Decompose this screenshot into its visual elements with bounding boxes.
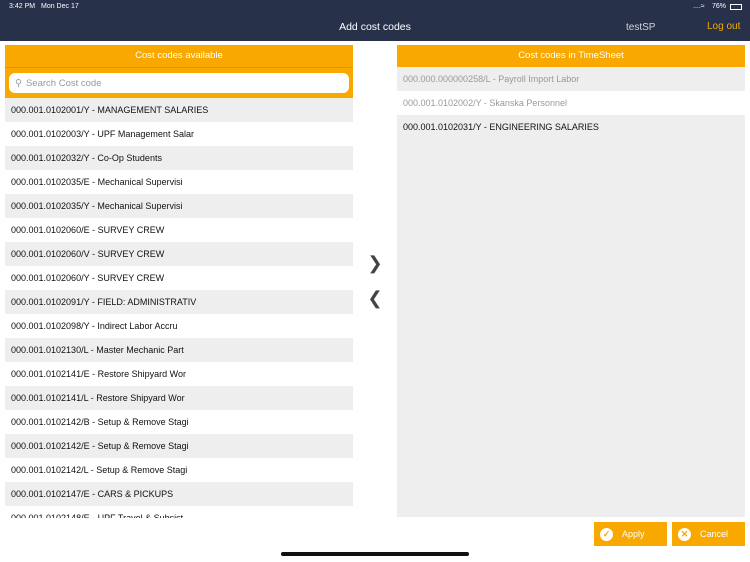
cost-code-row[interactable]: 000.001.0102060/Y - SURVEY CREW (5, 266, 353, 290)
cost-code-row[interactable]: 000.001.0102142/B - Setup & Remove Stagi (5, 410, 353, 434)
nav-bar: 3:42 PM Mon Dec 17 ....≈ 76% Add cost co… (0, 0, 750, 41)
cost-code-row[interactable]: 000.001.0102098/Y - Indirect Labor Accru (5, 314, 353, 338)
home-indicator[interactable] (281, 552, 469, 556)
search-icon: ⚲ (15, 77, 22, 89)
cost-code-row[interactable]: 000.001.0102091/Y - FIELD: ADMINISTRATIV (5, 290, 353, 314)
move-right-button[interactable]: ❯ (367, 253, 383, 274)
available-header: Cost codes available (5, 45, 353, 67)
status-time: 3:42 PM (9, 3, 36, 10)
wifi-icon: ....≈ (693, 3, 705, 10)
cost-code-row[interactable]: 000.001.0102141/E - Restore Shipyard Wor (5, 362, 353, 386)
check-icon: ✓ (600, 527, 613, 541)
cancel-button[interactable]: ✕ Cancel (672, 522, 745, 546)
cost-code-row[interactable]: 000.001.0102035/E - Mechanical Supervisi (5, 170, 353, 194)
timesheet-panel: Cost codes in TimeSheet 000.000.00000025… (397, 45, 745, 517)
search-placeholder: Search Cost code (25, 77, 102, 89)
timesheet-code-row[interactable]: 000.001.0102002/Y - Skanska Personnel (397, 91, 745, 115)
available-list[interactable]: 000.001.0102001/Y - MANAGEMENT SALARIES 0… (5, 98, 353, 518)
close-icon: ✕ (678, 527, 691, 541)
cost-code-row[interactable]: 000.001.0102035/Y - Mechanical Supervisi (5, 194, 353, 218)
cost-code-row[interactable]: 000.001.0102001/Y - MANAGEMENT SALARIES (5, 98, 353, 122)
cost-code-row[interactable]: 000.001.0102147/E - CARS & PICKUPS (5, 482, 353, 506)
available-panel: Cost codes available ⚲ Search Cost code … (5, 45, 353, 518)
cost-code-row[interactable]: 000.001.0102142/L - Setup & Remove Stagi (5, 458, 353, 482)
battery-level: 76% (712, 3, 727, 10)
timesheet-header: Cost codes in TimeSheet (397, 45, 745, 67)
apply-label: Apply (622, 529, 645, 539)
move-left-button[interactable]: ❮ (367, 288, 383, 309)
cost-code-row[interactable]: 000.001.0102003/Y - UPF Management Salar (5, 122, 353, 146)
logout-button[interactable]: Log out (707, 21, 740, 32)
username: testSP (626, 22, 656, 33)
timesheet-code-row[interactable]: 000.001.0102031/Y - ENGINEERING SALARIES (397, 115, 745, 139)
timesheet-code-row[interactable]: 000.000.000000258/L - Payroll Import Lab… (397, 67, 745, 91)
cost-code-row[interactable]: 000.001.0102142/E - Setup & Remove Stagi (5, 434, 353, 458)
timesheet-list[interactable]: 000.000.000000258/L - Payroll Import Lab… (397, 67, 745, 517)
battery-icon (730, 4, 742, 10)
cancel-label: Cancel (700, 529, 729, 539)
search-bar: ⚲ Search Cost code (5, 67, 353, 98)
apply-button[interactable]: ✓ Apply (594, 522, 667, 546)
cost-code-row[interactable]: 000.001.0102141/L - Restore Shipyard Wor (5, 386, 353, 410)
status-date: Mon Dec 17 (41, 3, 79, 10)
search-input[interactable]: ⚲ Search Cost code (9, 73, 349, 93)
cost-code-row[interactable]: 000.001.0102148/E - UPF Travel & Subsist (5, 506, 353, 518)
cost-code-row[interactable]: 000.001.0102032/Y - Co-Op Students (5, 146, 353, 170)
cost-code-row[interactable]: 000.001.0102060/V - SURVEY CREW (5, 242, 353, 266)
cost-code-row[interactable]: 000.001.0102130/L - Master Mechanic Part (5, 338, 353, 362)
cost-code-row[interactable]: 000.001.0102060/E - SURVEY CREW (5, 218, 353, 242)
